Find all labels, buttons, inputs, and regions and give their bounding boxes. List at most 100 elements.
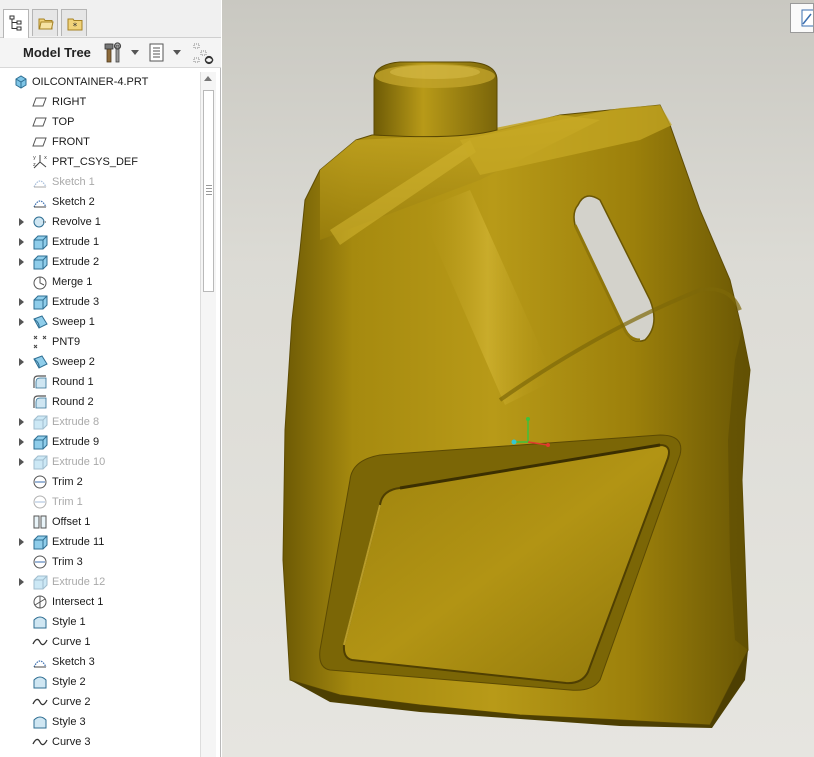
expand-arrow-icon[interactable]	[19, 438, 24, 446]
expand-arrow-icon[interactable]	[19, 358, 24, 366]
tree-item-label: Curve 2	[52, 696, 91, 708]
expand-arrow-icon[interactable]	[19, 458, 24, 466]
tree-item[interactable]: Trim 2	[0, 472, 198, 492]
tree-item[interactable]: OILCONTAINER-4.PRT	[0, 72, 198, 92]
tree-item-label: Merge 1	[52, 276, 93, 288]
trim-icon	[32, 554, 48, 570]
tree-item[interactable]: Trim 1	[0, 492, 198, 512]
folder-browser-tab[interactable]	[32, 9, 58, 36]
extrude-icon	[32, 414, 48, 430]
tree-item[interactable]: Extrude 10	[0, 452, 198, 472]
curve-icon	[32, 734, 48, 750]
extrude-icon	[32, 294, 48, 310]
tree-item[interactable]: Intersect 1	[0, 592, 198, 612]
extrude-icon	[32, 534, 48, 550]
tree-item[interactable]: Style 2	[0, 672, 198, 692]
trim-icon	[32, 494, 48, 510]
settings-dropdown-arrow[interactable]	[131, 50, 139, 55]
tree-item-label: Revolve 1	[52, 216, 101, 228]
extrude-icon	[32, 234, 48, 250]
model-tree-tab[interactable]	[3, 9, 29, 38]
tree-item[interactable]: Style 1	[0, 612, 198, 632]
tree-item-label: Extrude 3	[52, 296, 100, 308]
navigator-panel: * Model Tree OILCONTAINER-4.PRT RIGHT TO…	[0, 0, 221, 757]
tree-item[interactable]: Extrude 8	[0, 412, 198, 432]
expand-arrow-icon[interactable]	[19, 218, 24, 226]
tree-item[interactable]: FRONT	[0, 132, 198, 152]
tree-item[interactable]: Style 3	[0, 712, 198, 732]
expand-arrow-icon[interactable]	[19, 578, 24, 586]
tree-item-label: Round 1	[52, 376, 94, 388]
tree-item[interactable]: Extrude 2	[0, 252, 198, 272]
tree-item[interactable]: Extrude 11	[0, 532, 198, 552]
expand-arrow-icon[interactable]	[19, 298, 24, 306]
sweep-icon	[32, 354, 48, 370]
view-orientation-button[interactable]	[790, 3, 814, 33]
intersect-icon	[32, 594, 48, 610]
tree-item-label: Style 2	[52, 676, 86, 688]
tree-item-label: Round 2	[52, 396, 94, 408]
tree-scrollbar[interactable]	[200, 72, 216, 757]
sketch-icon	[32, 174, 48, 190]
scroll-thumb[interactable]	[203, 90, 214, 292]
expand-arrow-icon[interactable]	[19, 238, 24, 246]
tree-item[interactable]: RIGHT	[0, 92, 198, 112]
expand-arrow-icon[interactable]	[19, 538, 24, 546]
graphics-viewport[interactable]	[222, 0, 814, 757]
svg-text:*: *	[73, 22, 78, 31]
model-tree: OILCONTAINER-4.PRT RIGHT TOP FRONT y x z PRT_CS…	[0, 72, 200, 757]
tree-item[interactable]: Extrude 9	[0, 432, 198, 452]
tree-item-label: Curve 3	[52, 736, 91, 748]
navigator-tabs: *	[0, 0, 221, 38]
tree-item-label: Extrude 1	[52, 236, 100, 248]
tree-item[interactable]: Round 1	[0, 372, 198, 392]
tree-item[interactable]: Extrude 12	[0, 572, 198, 592]
style-icon	[32, 714, 48, 730]
favorites-tab[interactable]: *	[61, 9, 87, 36]
settings-tools-icon[interactable]	[104, 42, 124, 67]
datum-plane-icon	[32, 134, 48, 150]
view-orientation-icon	[801, 9, 814, 27]
csys-icon: y x z	[32, 154, 48, 170]
tree-filter-icon[interactable]	[192, 42, 216, 69]
folder-icon	[38, 18, 54, 30]
expand-arrow-icon[interactable]	[19, 318, 24, 326]
oil-container-model[interactable]	[222, 0, 814, 757]
tree-item[interactable]: TOP	[0, 112, 198, 132]
tree-item[interactable]: Trim 3	[0, 552, 198, 572]
datum-plane-icon	[32, 114, 48, 130]
expand-arrow-icon[interactable]	[19, 418, 24, 426]
tree-item[interactable]: Curve 3	[0, 732, 198, 752]
tree-item[interactable]: Round 2	[0, 392, 198, 412]
tree-item[interactable]: Curve 2	[0, 692, 198, 712]
style-icon	[32, 614, 48, 630]
extrude-icon	[32, 254, 48, 270]
tree-item-label: Sketch 3	[52, 656, 95, 668]
svg-text:y: y	[33, 155, 36, 161]
tree-item-label: Sweep 1	[52, 316, 95, 328]
tree-item[interactable]: Merge 1	[0, 272, 198, 292]
tree-item[interactable]: Revolve 1	[0, 212, 198, 232]
offset-icon	[32, 514, 48, 530]
tree-item[interactable]: Sweep 2	[0, 352, 198, 372]
tree-item[interactable]: Sketch 3	[0, 652, 198, 672]
tree-item-label: Style 1	[52, 616, 86, 628]
tree-item[interactable]: Sketch 1	[0, 172, 198, 192]
tree-item[interactable]: Sweep 1	[0, 312, 198, 332]
tree-item[interactable]: Extrude 3	[0, 292, 198, 312]
tree-item[interactable]: PNT9	[0, 332, 198, 352]
tree-item[interactable]: Curve 1	[0, 632, 198, 652]
tree-item-label: Extrude 2	[52, 256, 100, 268]
tree-item[interactable]: Offset 1	[0, 512, 198, 532]
tree-item-label: Trim 1	[52, 496, 83, 508]
part-icon	[13, 74, 29, 90]
tree-item[interactable]: Sketch 2	[0, 192, 198, 212]
tree-item[interactable]: y x z PRT_CSYS_DEF	[0, 152, 198, 172]
extrude-icon	[32, 574, 48, 590]
scroll-up-arrow[interactable]	[204, 76, 212, 81]
tree-item-label: PRT_CSYS_DEF	[52, 156, 138, 168]
show-columns-icon[interactable]	[148, 42, 166, 67]
show-dropdown-arrow[interactable]	[173, 50, 181, 55]
expand-arrow-icon[interactable]	[19, 258, 24, 266]
tree-item[interactable]: Extrude 1	[0, 232, 198, 252]
